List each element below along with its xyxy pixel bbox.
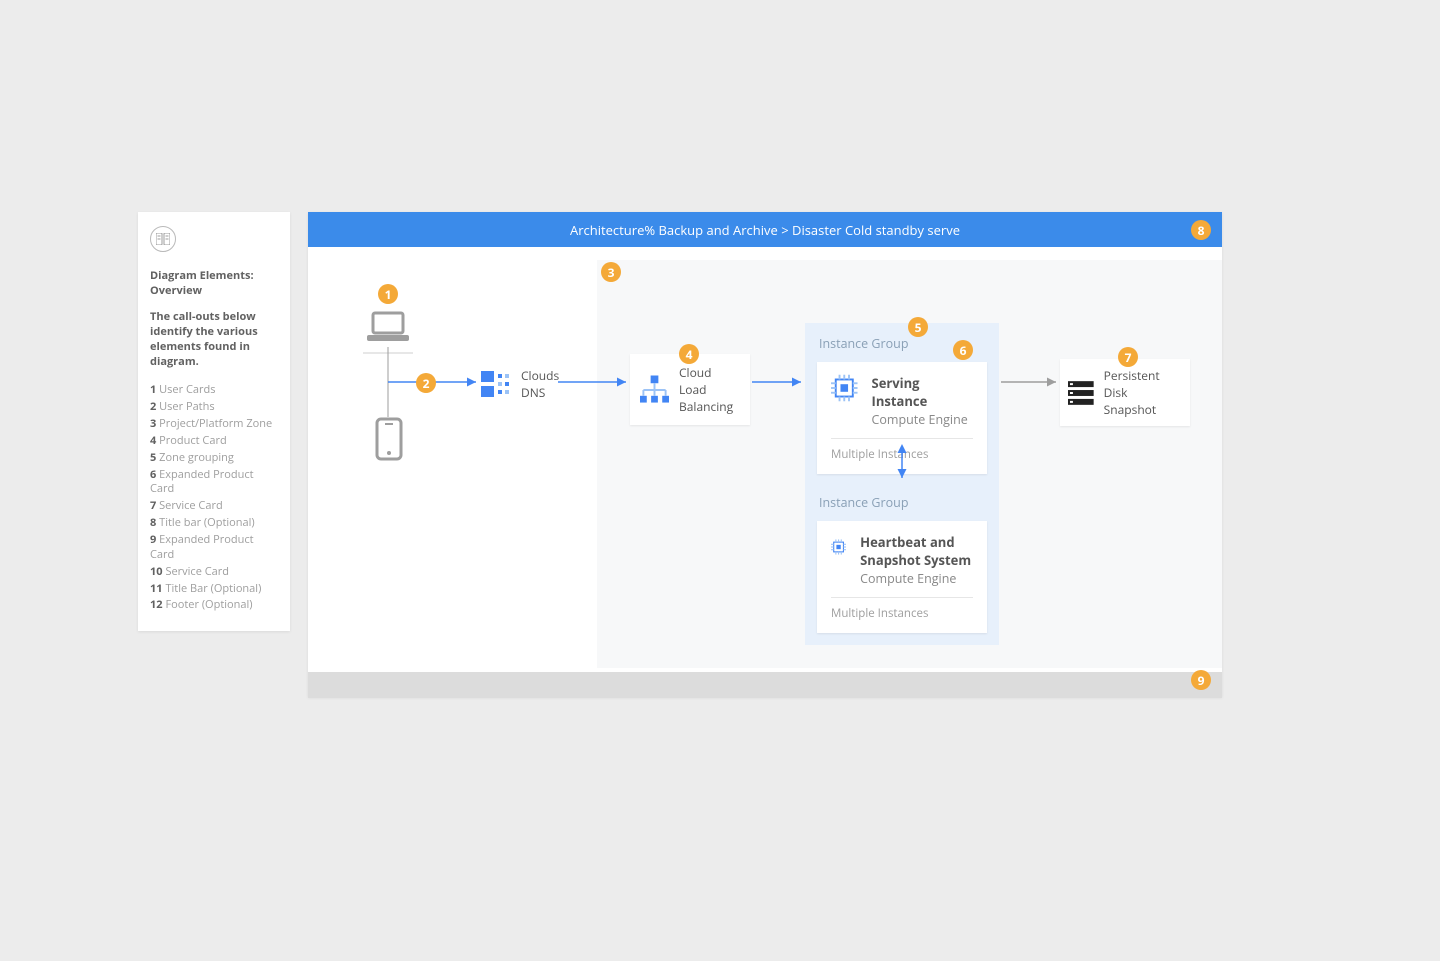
service-card-snapshot: Persistent Disk Snapshot: [1060, 359, 1190, 426]
badge-2: 2: [416, 373, 436, 393]
expanded-product-card-serving: Serving Instance Compute Engine Multiple…: [817, 362, 987, 474]
sidebar-title: Diagram Elements: Overview: [150, 268, 278, 298]
legend-row: 8 Title bar (Optional): [150, 516, 278, 531]
load-balancing-icon: [640, 375, 669, 405]
legend-row: 7 Service Card: [150, 499, 278, 514]
dns-label: Clouds DNS: [521, 367, 559, 401]
service-card-label: Persistent Disk Snapshot: [1104, 367, 1182, 418]
user-laptop-icon: [363, 311, 413, 354]
badge-9: 9: [1191, 670, 1211, 690]
badge-6: 6: [953, 340, 973, 360]
legend-row: 6 Expanded Product Card: [150, 468, 278, 498]
legend-row: 9 Expanded Product Card: [150, 533, 278, 563]
legend-list: 1 User Cards 2 User Paths 3 Project/Platfo…: [150, 383, 278, 613]
legend-row: 2 User Paths: [150, 400, 278, 415]
diagram-canvas: Architecture% Backup and Archive > Disas…: [308, 212, 1222, 697]
title-bar-text: Architecture% Backup and Archive > Disas…: [570, 221, 960, 239]
book-icon: [150, 226, 176, 252]
badge-8: 8: [1191, 220, 1211, 240]
badge-3: 3: [601, 262, 621, 282]
compute-engine-icon: [831, 533, 846, 561]
dns-icon: [481, 369, 511, 399]
dns-icon-wrap: Clouds DNS: [481, 367, 559, 401]
sidebar-description: The call-outs below identify the various…: [150, 310, 278, 369]
badge-1: 1: [378, 284, 398, 304]
sidebar-panel: Diagram Elements: Overview The call-outs…: [138, 212, 290, 631]
product-card-label: Cloud Load Balancing: [679, 364, 740, 415]
persistent-disk-icon: [1068, 381, 1094, 405]
expanded-product-card-heartbeat: Heartbeat and Snapshot System Compute En…: [817, 521, 987, 633]
legend-row: 3 Project/Platform Zone: [150, 417, 278, 432]
badge-4: 4: [679, 344, 699, 364]
legend-row: 1 User Cards: [150, 383, 278, 398]
user-phone-icon: [372, 417, 405, 466]
badge-5: 5: [908, 317, 928, 337]
product-card-load-balancing: Cloud Load Balancing: [630, 354, 750, 425]
legend-row: 12 Footer (Optional): [150, 598, 278, 613]
legend-row: 11 Title Bar (Optional): [150, 582, 278, 597]
group-title: Instance Group: [817, 494, 987, 511]
compute-engine-icon: [831, 374, 858, 402]
legend-row: 5 Zone grouping: [150, 451, 278, 466]
badge-7: 7: [1118, 347, 1138, 367]
title-bar: Architecture% Backup and Archive > Disas…: [308, 212, 1222, 247]
footer-bar: [308, 672, 1222, 698]
legend-row: 4 Product Card: [150, 434, 278, 449]
instance-group-heartbeat: Instance Group: [805, 482, 999, 645]
legend-row: 10 Service Card: [150, 565, 278, 580]
